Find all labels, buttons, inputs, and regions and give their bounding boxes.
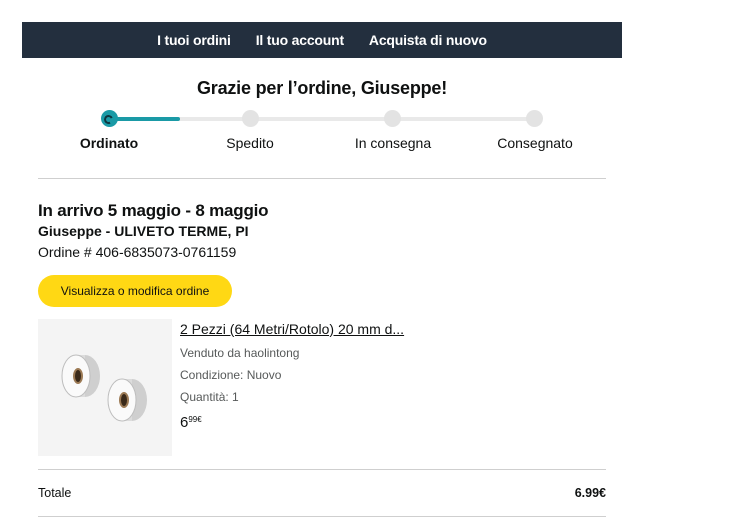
total-value: 6.99€ (574, 486, 606, 500)
condition: Condizione: Nuovo (180, 368, 282, 382)
step-dot-ordered (101, 110, 118, 127)
nav-link-orders[interactable]: I tuoi ordini (157, 32, 231, 48)
step-dot-delivered (526, 110, 543, 127)
spinner-icon (102, 113, 115, 126)
nav-link-buy-again[interactable]: Acquista di nuovo (369, 32, 487, 48)
seller: Venduto da haolintong (180, 346, 300, 360)
tape-rolls-icon (61, 354, 147, 422)
step-label-ordered: Ordinato (79, 135, 139, 151)
arrival-date: In arrivo 5 maggio - 8 maggio (38, 201, 269, 220)
page-title: Grazie per l’ordine, Giuseppe! (196, 78, 448, 98)
product-price: 699€ (180, 414, 202, 431)
view-edit-order-button[interactable]: Visualizza o modifica ordine (38, 275, 232, 307)
product-title-link[interactable]: 2 Pezzi (64 Metri/Rotolo) 20 mm d... (180, 321, 404, 337)
price-fraction: 99€ (188, 415, 202, 424)
order-progress-tracker: Ordinato Spedito In consegna Consegnato (38, 100, 606, 160)
product-image[interactable] (38, 319, 172, 456)
divider (38, 516, 606, 517)
step-label-delivered: Consegnato (497, 135, 573, 151)
progress-fill (110, 117, 180, 121)
step-dot-out-for-delivery (384, 110, 401, 127)
divider (38, 178, 606, 179)
step-label-shipped: Spedito (226, 135, 274, 151)
order-number: Ordine # 406-6835073-0761159 (38, 244, 237, 260)
divider (38, 469, 606, 470)
quantity: Quantità: 1 (180, 390, 239, 404)
shipping-address: Giuseppe - ULIVETO TERME, PI (38, 223, 249, 239)
total-label: Totale (38, 486, 72, 500)
step-label-out-for-delivery: In consegna (354, 135, 432, 151)
step-dot-shipped (242, 110, 259, 127)
top-nav-bar: I tuoi ordini Il tuo account Acquista di… (22, 22, 622, 58)
nav-link-account[interactable]: Il tuo account (256, 32, 344, 48)
